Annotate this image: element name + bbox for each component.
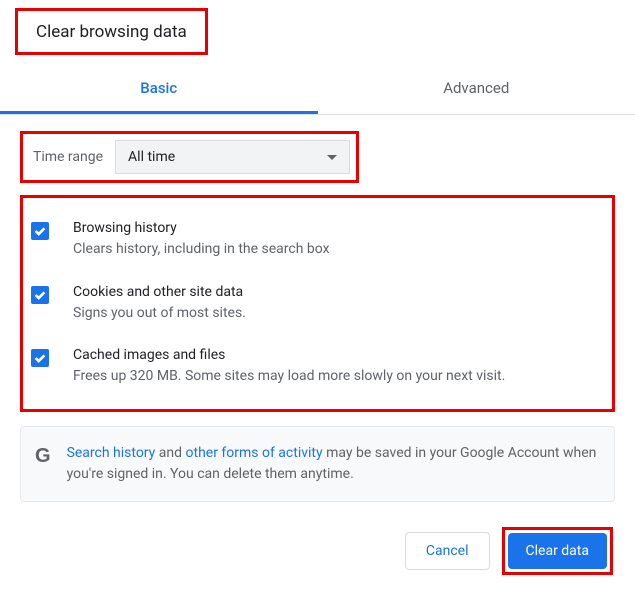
time-range-label: Time range: [33, 149, 103, 165]
search-history-link[interactable]: Search history: [67, 445, 156, 461]
option-desc: Signs you out of most sites.: [73, 304, 604, 324]
tab-basic[interactable]: Basic: [0, 65, 318, 114]
option-browsing-history: Browsing history Clears history, includi…: [31, 208, 604, 272]
info-box: G Search history and other forms of acti…: [20, 426, 615, 502]
checkmark-icon: [33, 224, 47, 238]
option-desc: Clears history, including in the search …: [73, 240, 604, 260]
button-row: Cancel Clear data: [405, 527, 613, 575]
checkmark-icon: [33, 288, 47, 302]
option-desc: Frees up 320 MB. Some sites may load mor…: [73, 367, 604, 387]
tab-advanced[interactable]: Advanced: [318, 65, 635, 114]
options-list: Browsing history Clears history, includi…: [20, 195, 615, 412]
time-range-row: Time range All time: [20, 131, 359, 183]
tabs: Basic Advanced: [0, 65, 635, 115]
info-text-mid: and: [155, 445, 185, 461]
option-cache: Cached images and files Frees up 320 MB.…: [31, 335, 604, 399]
google-icon: G: [35, 445, 51, 468]
cancel-button[interactable]: Cancel: [405, 532, 490, 570]
option-title: Cached images and files: [73, 347, 604, 363]
other-activity-link[interactable]: other forms of activity: [186, 445, 323, 461]
option-title: Browsing history: [73, 220, 604, 236]
option-title: Cookies and other site data: [73, 284, 604, 300]
checkmark-icon: [33, 351, 47, 365]
chevron-down-icon: [327, 155, 337, 160]
dialog-title: Clear browsing data: [15, 8, 208, 55]
clear-button-highlight: Clear data: [502, 527, 613, 575]
checkbox-cache[interactable]: [31, 349, 49, 367]
checkbox-browsing-history[interactable]: [31, 222, 49, 240]
info-text: Search history and other forms of activi…: [67, 443, 600, 485]
clear-data-button[interactable]: Clear data: [508, 533, 607, 569]
time-range-select[interactable]: All time: [115, 140, 350, 174]
time-range-value: All time: [128, 149, 175, 165]
option-cookies: Cookies and other site data Signs you ou…: [31, 272, 604, 336]
checkbox-cookies[interactable]: [31, 286, 49, 304]
